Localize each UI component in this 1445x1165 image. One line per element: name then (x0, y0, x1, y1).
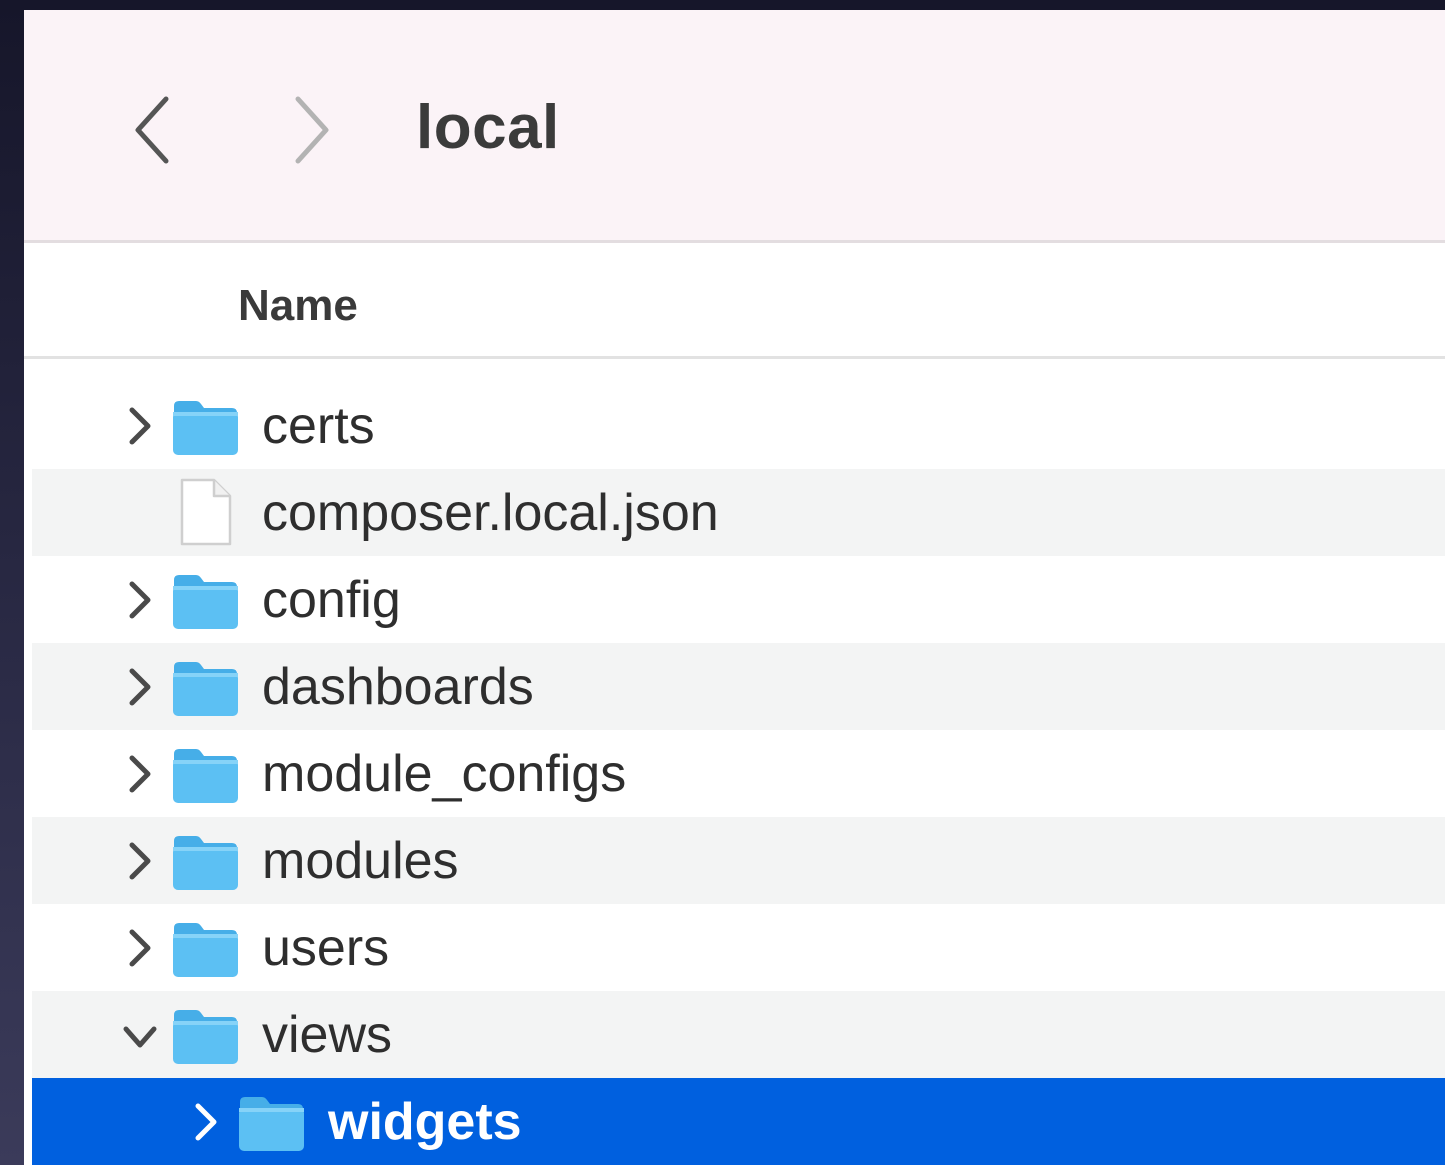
chevron-right-icon (295, 96, 329, 164)
forward-button[interactable] (282, 90, 342, 170)
folder-row[interactable]: certs (32, 382, 1445, 469)
chevron-down-icon (123, 1026, 157, 1048)
item-name: users (262, 919, 390, 977)
chevron-right-icon (129, 668, 151, 706)
column-header-name[interactable]: Name (238, 281, 358, 331)
item-name: module_configs (262, 745, 627, 803)
folder-icon-graphic (173, 749, 238, 803)
chevron-left-icon (135, 96, 169, 164)
folder-icon (170, 744, 240, 806)
chevron-right-icon (129, 407, 151, 445)
folder-row[interactable]: users (32, 904, 1445, 991)
folder-row[interactable]: module_configs (32, 730, 1445, 817)
disclosure-collapsed[interactable] (120, 402, 160, 450)
finder-window: local Name certs composer.local.json confi… (24, 10, 1445, 1165)
folder-icon (170, 1005, 240, 1067)
chevron-right-icon (129, 581, 151, 619)
disclosure-collapsed[interactable] (120, 750, 160, 798)
toolbar: local (24, 10, 1445, 243)
item-name: config (262, 571, 401, 629)
folder-row[interactable]: views (32, 991, 1445, 1078)
folder-icon-graphic (173, 575, 238, 629)
item-name: composer.local.json (262, 484, 719, 542)
file-row[interactable]: composer.local.json (32, 469, 1445, 556)
chevron-right-icon (129, 755, 151, 793)
document-icon-graphic (180, 478, 232, 546)
folder-row[interactable]: config (32, 556, 1445, 643)
folder-icon-graphic (239, 1097, 304, 1151)
item-name: views (262, 1006, 393, 1064)
item-name: dashboards (262, 658, 534, 716)
folder-row[interactable]: dashboards (32, 643, 1445, 730)
back-button[interactable] (122, 90, 182, 170)
document-icon (170, 478, 240, 546)
folder-icon (170, 570, 240, 632)
folder-icon-graphic (173, 662, 238, 716)
disclosure-collapsed[interactable] (186, 1098, 226, 1146)
window-title: local (416, 93, 560, 162)
file-list: certs composer.local.json config dashboards… (32, 382, 1445, 1165)
folder-icon (236, 1092, 306, 1154)
folder-icon (170, 657, 240, 719)
chevron-right-icon (129, 842, 151, 880)
disclosure-collapsed[interactable] (120, 663, 160, 711)
folder-icon-graphic (173, 1010, 238, 1064)
item-name: widgets (328, 1093, 522, 1151)
disclosure-collapsed[interactable] (120, 837, 160, 885)
disclosure-expanded[interactable] (120, 1011, 160, 1059)
folder-icon-graphic (173, 836, 238, 890)
folder-icon (170, 396, 240, 458)
item-name: modules (262, 832, 459, 890)
chevron-right-icon (129, 929, 151, 967)
column-header-row: Name (24, 243, 1445, 359)
folder-icon (170, 831, 240, 893)
disclosure-collapsed[interactable] (120, 924, 160, 972)
folder-icon-graphic (173, 401, 238, 455)
folder-icon (170, 918, 240, 980)
chevron-right-icon (195, 1103, 217, 1141)
folder-icon-graphic (173, 923, 238, 977)
item-name: certs (262, 397, 375, 455)
folder-row[interactable]: modules (32, 817, 1445, 904)
disclosure-collapsed[interactable] (120, 576, 160, 624)
folder-row[interactable]: widgets (32, 1078, 1445, 1165)
